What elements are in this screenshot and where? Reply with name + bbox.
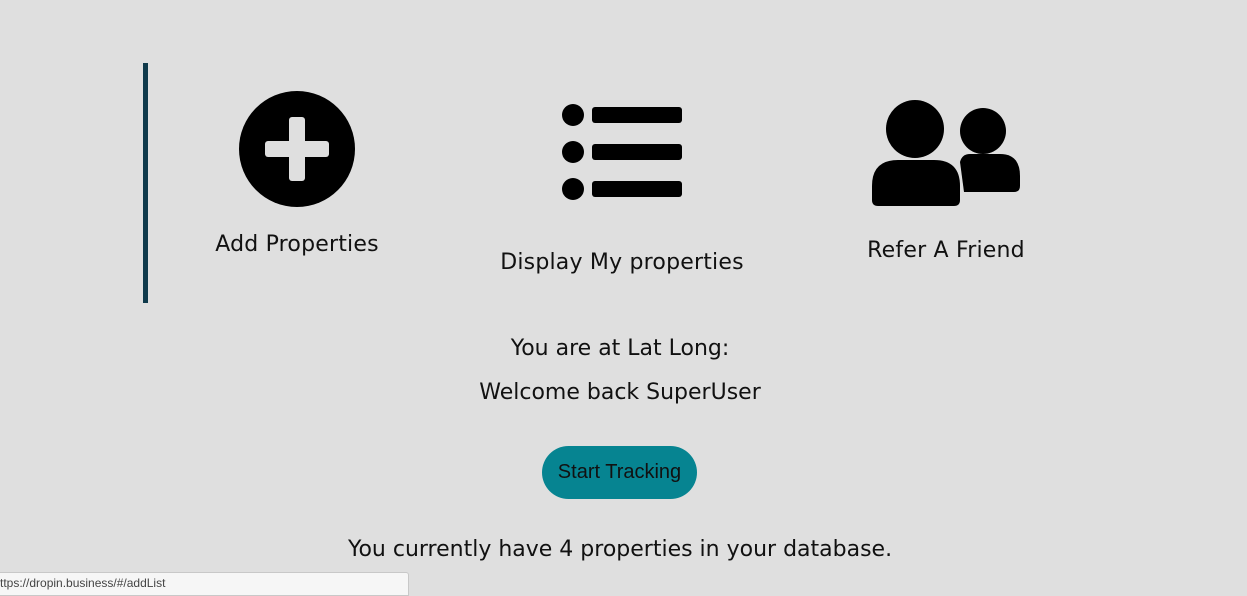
display-properties-label: Display My properties — [500, 250, 744, 275]
welcome-message: Welcome back SuperUser — [479, 380, 761, 405]
status-bar-url: ttps://dropin.business/#/addList — [0, 572, 409, 596]
refer-friend-link[interactable]: Refer A Friend — [796, 90, 1096, 263]
add-properties-label: Add Properties — [215, 232, 379, 257]
refer-friend-label: Refer A Friend — [867, 238, 1025, 263]
start-tracking-button[interactable]: Start Tracking — [542, 446, 697, 499]
location-text: You are at Lat Long: — [510, 336, 730, 361]
display-properties-link[interactable]: Display My properties — [472, 90, 772, 275]
users-icon — [796, 98, 1096, 208]
list-icon — [472, 102, 772, 204]
property-count-text: You currently have 4 properties in your … — [347, 537, 893, 562]
plus-circle-icon — [147, 90, 447, 208]
add-properties-link[interactable]: Add Properties — [147, 90, 447, 257]
